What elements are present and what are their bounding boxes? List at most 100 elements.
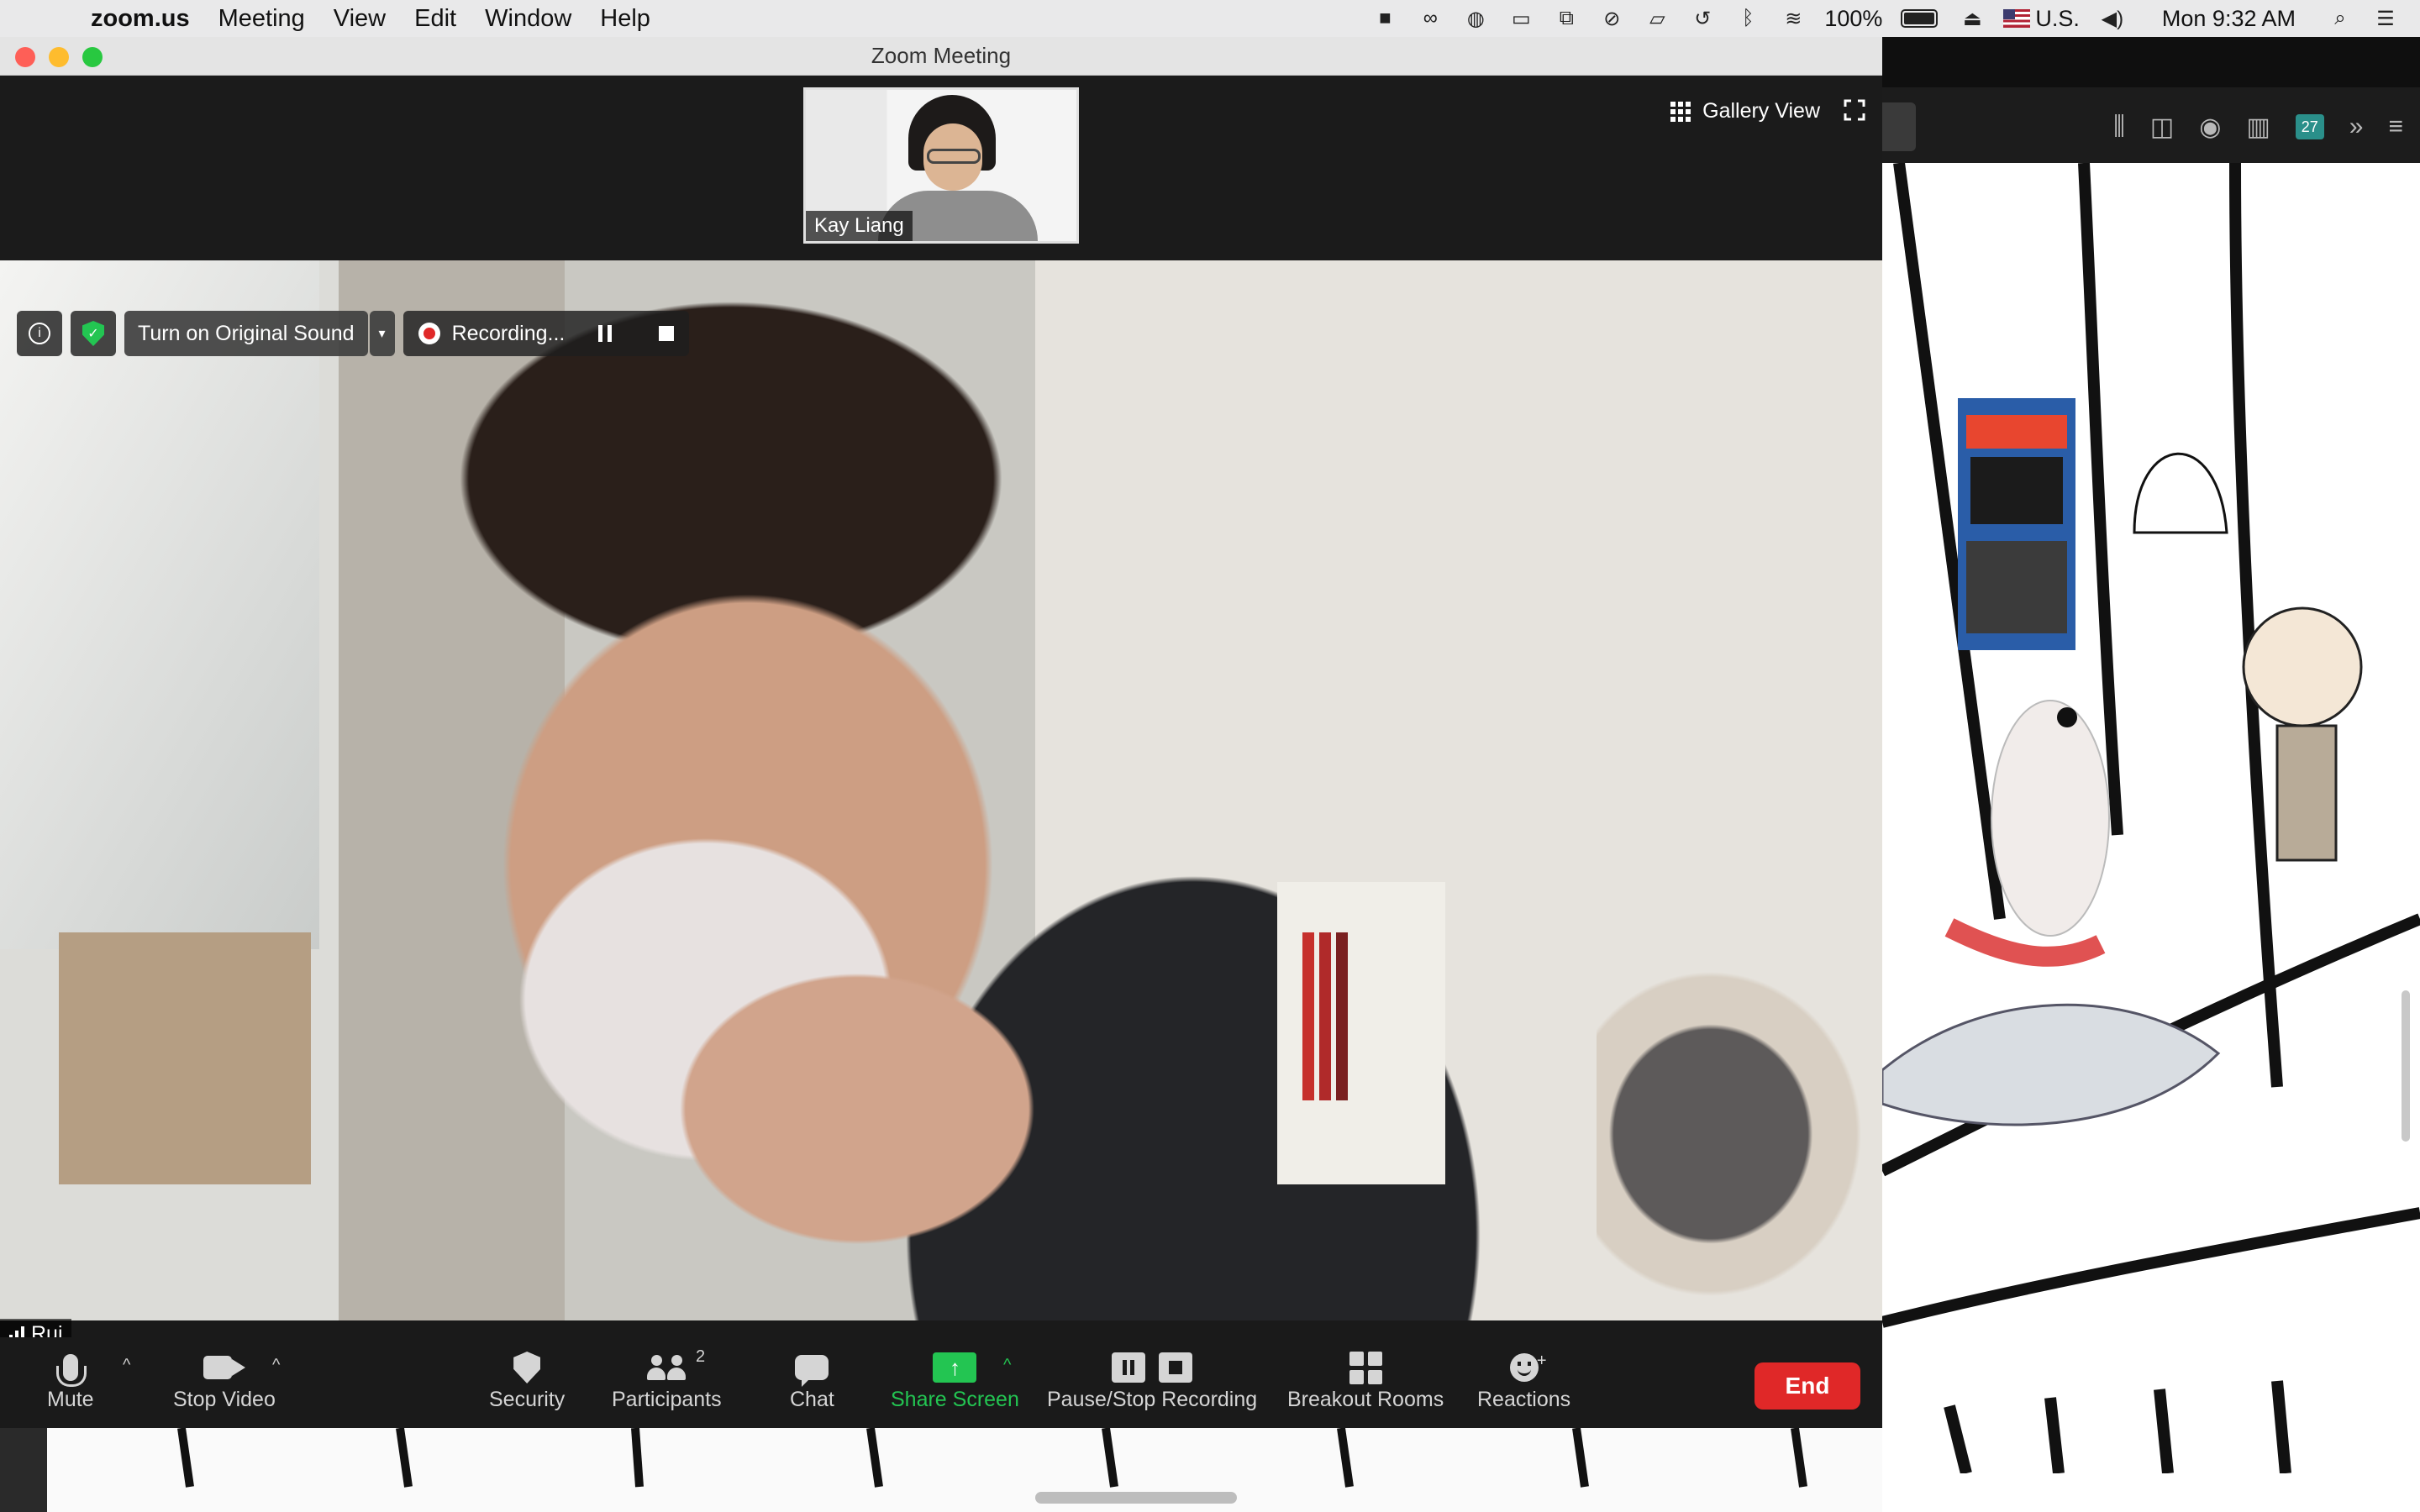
extension-icon[interactable]: ▥ (2246, 113, 2270, 142)
wifi-icon[interactable]: ≋ (1779, 8, 1807, 30)
drawing-canvas[interactable] (1882, 163, 2420, 1473)
input-source-label[interactable]: U.S. (2035, 6, 2080, 32)
recording-dot-icon (418, 323, 440, 344)
original-sound-group: Turn on Original Sound ▾ (124, 311, 395, 356)
sidebar-icon[interactable]: ◫ (2150, 113, 2174, 142)
airplay-icon[interactable]: ▱ (1643, 8, 1671, 30)
original-sound-dropdown-icon[interactable]: ▾ (369, 311, 395, 356)
stop-video-button[interactable]: Stop Video (173, 1347, 276, 1412)
breakout-rooms-button[interactable]: Breakout Rooms (1287, 1347, 1444, 1412)
gallery-view-button[interactable]: Gallery View (1670, 99, 1820, 123)
minimize-window-button[interactable] (49, 47, 69, 67)
circle-slash-icon[interactable]: ⊘ (1597, 8, 1626, 30)
menu-meeting[interactable]: Meeting (218, 5, 305, 33)
participant-thumbnail[interactable]: Kay Liang (803, 87, 1079, 244)
mute-button[interactable]: Mute (47, 1347, 94, 1412)
participants-count: 2 (696, 1347, 706, 1366)
browser-address-field[interactable] (1882, 102, 1916, 151)
hamburger-menu-icon[interactable]: ≡ (2388, 113, 2403, 141)
browser-scrollbar-thumb[interactable] (2402, 990, 2410, 1142)
browser-tab-strip (1882, 37, 2420, 87)
audio-options-caret-icon[interactable]: ^ (123, 1356, 130, 1375)
chat-label: Chat (790, 1388, 834, 1411)
mute-label: Mute (47, 1388, 94, 1411)
account-icon[interactable]: ◉ (2199, 113, 2221, 142)
original-sound-button[interactable]: Turn on Original Sound (124, 311, 368, 356)
bottom-canvas-sketch (177, 1428, 1807, 1488)
zoom-window-button[interactable] (82, 47, 103, 67)
video-options-caret-icon[interactable]: ^ (272, 1356, 280, 1375)
pause-recording-icon[interactable] (598, 325, 613, 342)
breakout-rooms-grid-icon (1349, 1351, 1382, 1384)
notification-center-icon[interactable]: ☰ (2371, 8, 2400, 30)
time-machine-icon[interactable]: ↺ (1688, 8, 1717, 30)
info-icon: i (29, 323, 50, 344)
horizontal-scrollbar-thumb[interactable] (1035, 1492, 1237, 1504)
reactions-button[interactable]: + Reactions (1477, 1347, 1570, 1412)
zoom-meeting-window: Zoom Meeting Kay Liang Gallery View i ✓ … (0, 37, 1882, 1428)
meeting-overlay-controls: i ✓ Turn on Original Sound ▾ Recording..… (17, 311, 690, 356)
stop-video-label: Stop Video (173, 1388, 276, 1411)
overflow-chevron-icon[interactable]: » (2349, 113, 2364, 141)
eject-icon[interactable]: ⏏ (1958, 8, 1986, 30)
share-screen-button[interactable]: ↑ Share Screen (891, 1347, 1019, 1412)
menu-help[interactable]: Help (600, 5, 650, 33)
pause-stop-recording-button[interactable]: Pause/Stop Recording (1047, 1347, 1257, 1412)
security-button[interactable]: Security (489, 1347, 565, 1412)
zoom-status-icon[interactable]: ■ (1370, 7, 1399, 29)
menu-view[interactable]: View (334, 5, 386, 33)
pause-stop-recording-label: Pause/Stop Recording (1047, 1388, 1258, 1411)
canvas-sketch-lines (1882, 163, 2420, 1473)
background-canvas-bottom (47, 1428, 1882, 1512)
status-area: ■ ∞ ◍ ▭ ⧉ ⊘ ▱ ↺ ᛒ ≋ 100% ⏏ U.S. ◀) Mon 9… (1370, 0, 2420, 37)
end-meeting-button[interactable]: End (1754, 1362, 1860, 1410)
battery-percentage: 100% (1824, 5, 1883, 31)
calendar-extension-icon[interactable]: 27 (2295, 114, 2324, 139)
participants-label: Participants (612, 1388, 722, 1411)
share-screen-arrow-icon: ↑ (933, 1352, 977, 1383)
security-label: Security (489, 1388, 566, 1411)
chat-button[interactable]: Chat (790, 1347, 834, 1412)
reactions-label: Reactions (1477, 1388, 1571, 1411)
video-cardboard-box (59, 932, 311, 1184)
recording-indicator: Recording... (402, 311, 690, 356)
thumbnail-video-glasses (927, 149, 981, 164)
encryption-status-button[interactable]: ✓ (71, 311, 116, 356)
video-chair (1597, 949, 1882, 1319)
window-titlebar[interactable]: Zoom Meeting (0, 37, 1882, 76)
menu-window[interactable]: Window (485, 5, 571, 33)
arcade-cabinet-sticker (1958, 398, 2075, 650)
us-flag-icon[interactable] (2003, 9, 2031, 28)
macos-menu-bar: zoom.us Meeting View Edit Window Help ■ … (0, 0, 2420, 37)
active-speaker-video[interactable] (0, 260, 1882, 1320)
thumbnail-strip: Kay Liang Gallery View (0, 76, 1882, 260)
recording-label: Recording... (451, 321, 566, 345)
background-browser-window: ⫼ ◫ ◉ ▥ 27 » ≡ (1882, 37, 2420, 1512)
browser-toolbar: ⫼ ◫ ◉ ▥ 27 » ≡ (1882, 37, 2420, 163)
meeting-info-button[interactable]: i (17, 311, 62, 356)
menu-clock[interactable]: Mon 9:32 AM (2162, 6, 2296, 32)
window-controls (15, 47, 103, 67)
battery-icon[interactable] (1901, 9, 1939, 28)
close-window-button[interactable] (15, 47, 35, 67)
bluetooth-icon[interactable]: ᛒ (1733, 7, 1762, 29)
microphone-icon (55, 1354, 87, 1387)
spotlight-search-icon[interactable]: ⌕ (2326, 7, 2354, 29)
share-options-caret-icon[interactable]: ^ (1003, 1356, 1011, 1375)
stop-recording-icon[interactable] (659, 326, 675, 341)
display-icon[interactable]: ▭ (1507, 8, 1535, 30)
creative-cloud-icon[interactable]: ∞ (1416, 7, 1444, 29)
video-window-light (0, 260, 319, 949)
screens-icon[interactable]: ⧉ (1552, 7, 1581, 29)
window-title: Zoom Meeting (871, 43, 1012, 68)
ghost-sketch (2133, 452, 2228, 534)
app-menu-zoom[interactable]: zoom.us (91, 5, 190, 33)
volume-icon[interactable]: ◀) (2098, 8, 2127, 30)
pause-recording-toolbar-icon (1112, 1352, 1146, 1383)
participant-name-label: Kay Liang (806, 211, 913, 241)
fullscreen-icon[interactable] (1844, 99, 1865, 121)
whale-sketch (1882, 1003, 2221, 1126)
menu-edit[interactable]: Edit (414, 5, 456, 33)
library-icon[interactable]: ⫼ (2113, 113, 2125, 141)
globe-icon[interactable]: ◍ (1461, 8, 1490, 30)
